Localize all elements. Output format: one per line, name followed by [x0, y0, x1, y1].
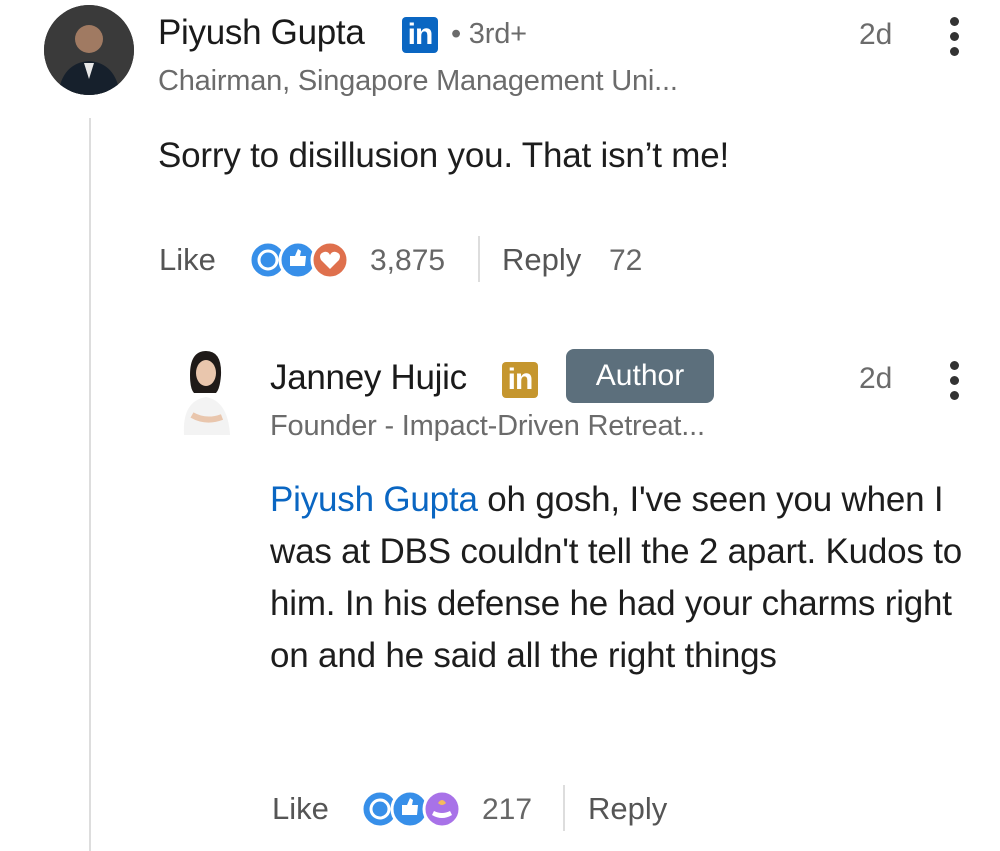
reply-timestamp: 2d	[859, 362, 893, 395]
avatar-piyush-gupta[interactable]	[44, 5, 134, 95]
avatar-photo	[44, 5, 134, 95]
linkedin-premium-icon: in	[502, 362, 538, 398]
comment-like-button[interactable]: Like	[159, 242, 216, 278]
comment-reaction-count[interactable]: 3,875	[370, 244, 445, 278]
comment-reply-button[interactable]: Reply	[502, 242, 581, 278]
action-separator	[563, 785, 565, 831]
comment-text: Sorry to disillusion you. That isn’t me!	[158, 136, 730, 175]
reply-author-name[interactable]: Janney Hujic	[270, 358, 467, 398]
reply-reactions-icons[interactable]	[360, 789, 472, 829]
comment-reply-count[interactable]: 72	[609, 244, 642, 278]
comment-author-name[interactable]: Piyush Gupta	[158, 13, 365, 53]
avatar-janney-hujic[interactable]	[170, 345, 240, 435]
connection-degree: • 3rd+	[451, 18, 527, 50]
reply-reply-button[interactable]: Reply	[588, 791, 667, 827]
reply-author-headline: Founder - Impact-Driven Retreat...	[270, 410, 705, 442]
comment-reactions-icons[interactable]	[248, 240, 360, 280]
comment-author-headline: Chairman, Singapore Management Uni...	[158, 65, 678, 97]
linkedin-premium-icon: in	[402, 17, 438, 53]
thread-divider-line	[89, 118, 91, 851]
avatar-photo	[183, 351, 230, 435]
reply-more-options-icon[interactable]	[947, 361, 961, 400]
mention-link[interactable]: Piyush Gupta	[270, 480, 478, 519]
action-separator	[478, 236, 480, 282]
reply-reaction-count[interactable]: 217	[482, 793, 532, 827]
comment-timestamp: 2d	[859, 18, 893, 51]
reply-text: Piyush Gupta oh gosh, I've seen you when…	[270, 474, 975, 682]
reply-like-button[interactable]: Like	[272, 791, 329, 827]
comment-more-options-icon[interactable]	[947, 17, 961, 56]
author-badge: Author	[566, 349, 714, 403]
